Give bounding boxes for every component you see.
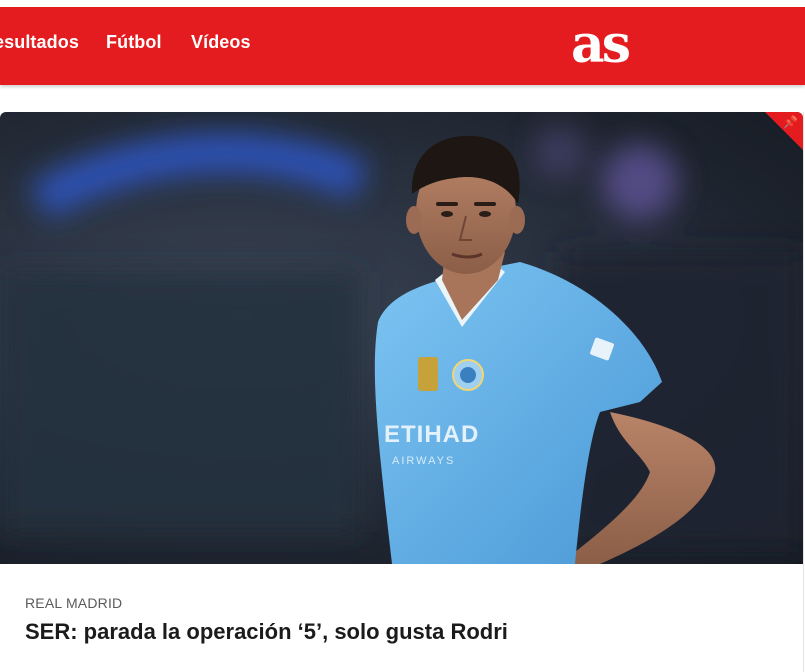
pin-icon: 📌 (783, 115, 798, 129)
nav-item-videos[interactable]: Vídeos (191, 32, 251, 53)
shirt-sponsor-text: ETIHAD (384, 421, 479, 448)
top-navigation-bar: esultados Fútbol Vídeos as (0, 7, 805, 85)
svg-text:AIRWAYS: AIRWAYS (392, 455, 455, 467)
nav-item-resultados[interactable]: esultados (0, 32, 79, 53)
article-headline[interactable]: SER: parada la operación ‘5’, solo gusta… (25, 619, 508, 645)
player-photo-illustration: ETIHAD AIRWAYS (0, 126, 803, 564)
nav-item-futbol[interactable]: Fútbol (106, 32, 162, 53)
as-logo[interactable]: as (571, 15, 631, 75)
featured-article-card[interactable]: ETIHAD AIRWAYS 📌 REAL MADRID SER: parada… (0, 112, 804, 672)
article-photo[interactable]: ETIHAD AIRWAYS 📌 (0, 112, 803, 564)
article-section-label[interactable]: REAL MADRID (25, 595, 122, 611)
